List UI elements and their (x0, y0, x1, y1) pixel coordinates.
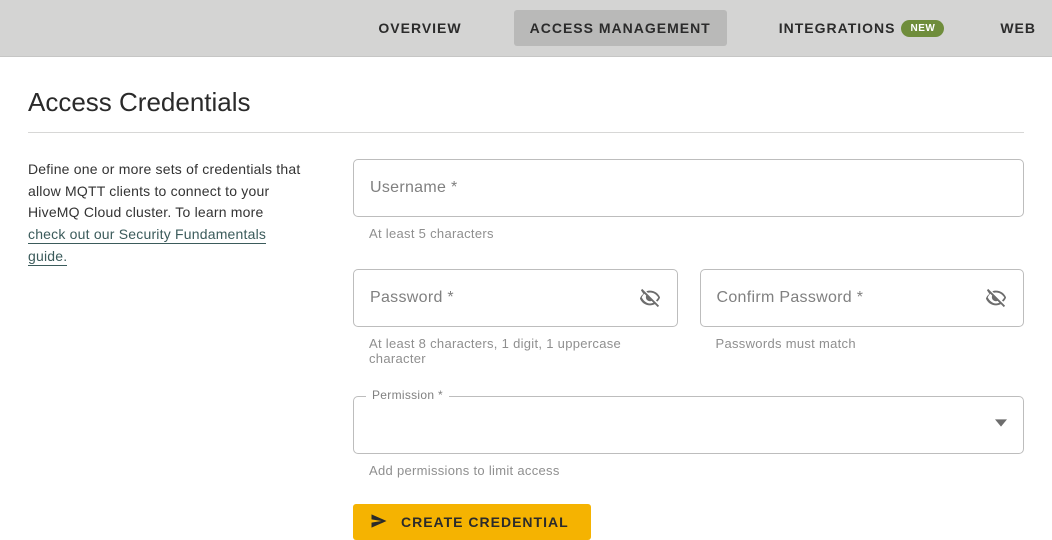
credential-form: Username * At least 5 characters Passwor… (353, 159, 1024, 540)
send-icon (369, 511, 389, 534)
password-label: Password * (370, 289, 454, 307)
intro-text: Define one or more sets of credentials t… (28, 161, 300, 220)
nav-web-partial-label: WEB (1000, 20, 1036, 36)
nav-access-management[interactable]: ACCESS MANAGEMENT (514, 10, 727, 46)
password-helper: At least 8 characters, 1 digit, 1 upperc… (369, 336, 678, 366)
nav-overview[interactable]: OVERVIEW (362, 10, 477, 46)
password-field[interactable]: Password * (353, 269, 678, 327)
visibility-off-icon[interactable] (639, 287, 661, 309)
password-input[interactable] (454, 288, 639, 308)
create-credential-button[interactable]: CREATE CREDENTIAL (353, 504, 591, 540)
security-fundamentals-link[interactable]: check out our Security Fundamentals guid… (28, 226, 266, 266)
confirm-password-field[interactable]: Confirm Password * (700, 269, 1025, 327)
username-field[interactable]: Username * (353, 159, 1024, 217)
confirm-password-input[interactable] (863, 288, 985, 308)
permission-legend: Permission * (366, 388, 449, 402)
nav-web-partial[interactable]: WEB (996, 10, 1052, 46)
page-title: Access Credentials (28, 87, 1024, 118)
nav-access-management-label: ACCESS MANAGEMENT (530, 20, 711, 36)
username-helper: At least 5 characters (369, 226, 1024, 241)
top-nav: OVERVIEW ACCESS MANAGEMENT INTEGRATIONS … (0, 0, 1052, 57)
main-content: Access Credentials Define one or more se… (0, 57, 1052, 540)
permission-select[interactable]: Permission * (353, 396, 1024, 454)
confirm-password-label: Confirm Password * (717, 289, 864, 307)
nav-overview-label: OVERVIEW (378, 20, 461, 36)
divider (28, 132, 1024, 133)
username-label: Username * (370, 179, 457, 197)
intro-text-block: Define one or more sets of credentials t… (28, 159, 303, 540)
visibility-off-icon[interactable] (985, 287, 1007, 309)
new-badge: NEW (901, 20, 944, 37)
username-input[interactable] (457, 178, 1007, 198)
create-credential-label: CREATE CREDENTIAL (401, 514, 569, 530)
nav-integrations[interactable]: INTEGRATIONS NEW (763, 10, 961, 47)
nav-integrations-label: INTEGRATIONS (779, 20, 896, 36)
permission-helper: Add permissions to limit access (369, 463, 1024, 478)
chevron-down-icon (995, 416, 1007, 434)
confirm-password-helper: Passwords must match (716, 336, 1025, 351)
